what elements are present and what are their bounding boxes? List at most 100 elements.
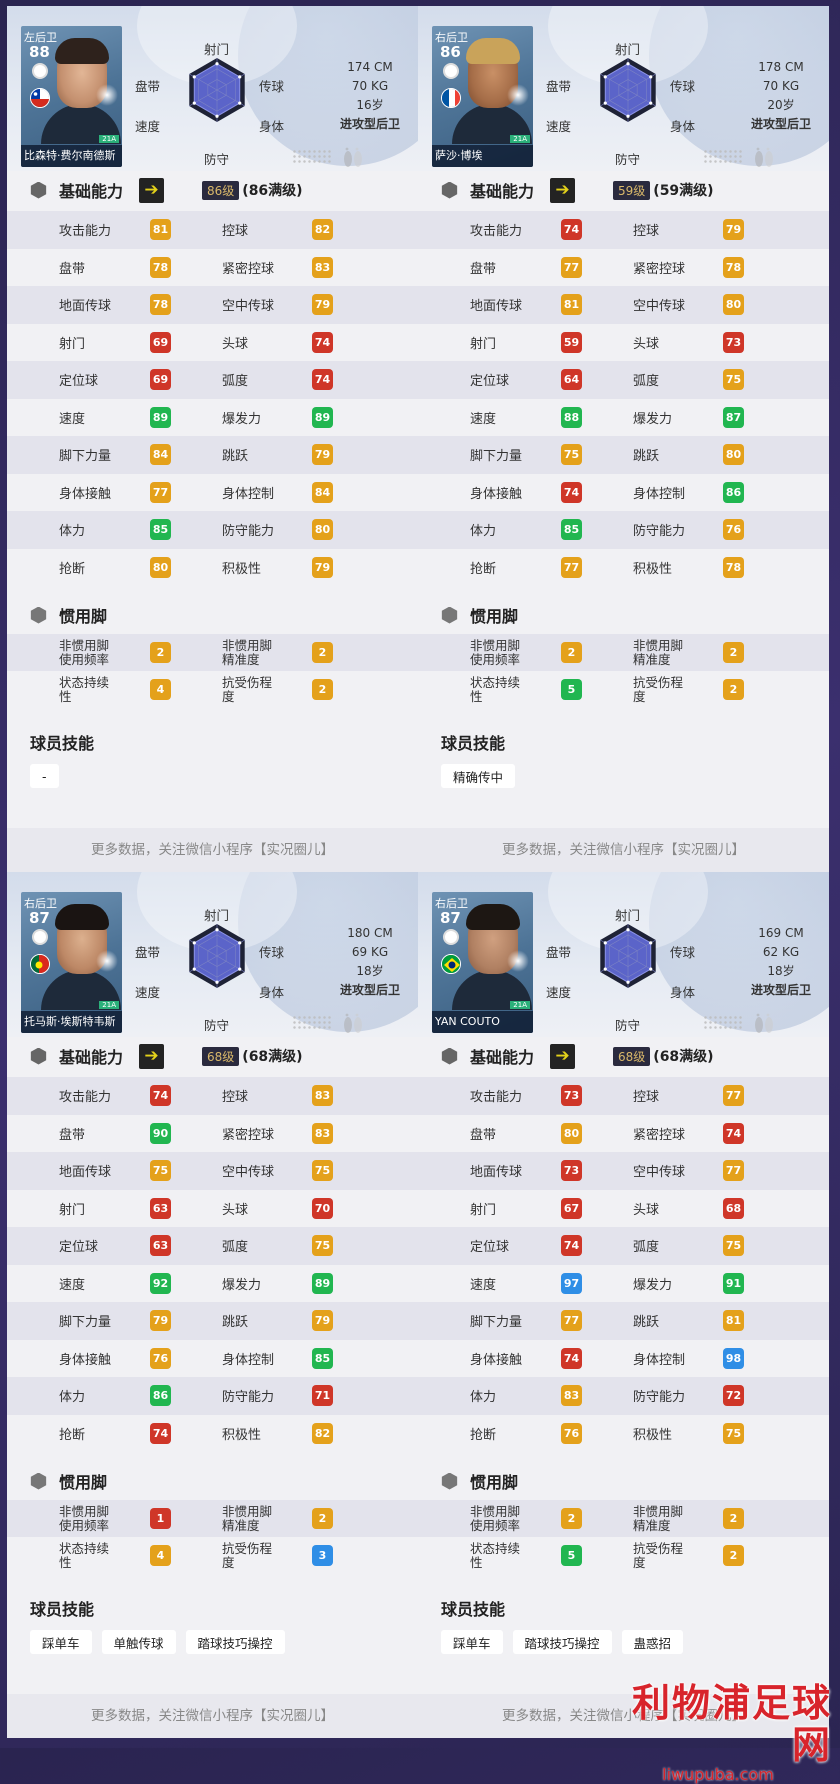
stat-name: 爆发力 (222, 411, 262, 427)
foot-cell: 非惯用脚 精准度 2 (603, 1500, 788, 1537)
level-pill: 68级 (613, 1046, 651, 1066)
skill-chip[interactable]: 踏球技巧操控 (185, 1630, 285, 1654)
skill-chip[interactable]: 踏球技巧操控 (512, 1630, 612, 1654)
stat-name: 抢断 (470, 1427, 497, 1443)
stat-row: 盘带 80 紧密控球 74 (418, 1115, 829, 1153)
stat-cell: 爆发力 87 (603, 399, 788, 437)
stat-row: 地面传球 78 空中传球 79 (7, 286, 418, 324)
player-card-image[interactable]: 右后卫 87 21A YAN COUTO (432, 892, 533, 1033)
radar-label-shoot: 射门 (204, 908, 230, 923)
foot-stat-name: 非惯用脚 精准度 (633, 1503, 684, 1533)
level-display: 68级 (68满级) (202, 1046, 303, 1066)
watermark-url: liwupuba.com (662, 1765, 774, 1784)
stat-cell: 地面传球 78 (7, 286, 192, 324)
foot-row: 非惯用脚 使用频率 2 非惯用脚 精准度 2 (7, 634, 418, 671)
foot-stat-name: 非惯用脚 精准度 (633, 637, 684, 667)
stat-name: 防守能力 (222, 524, 275, 540)
stat-name: 体力 (59, 1390, 86, 1406)
stat-value: 81 (723, 1310, 744, 1332)
stat-cell: 脚下力量 75 (418, 436, 603, 474)
stat-name: 积极性 (633, 1427, 673, 1443)
section-title: 惯用脚 (470, 607, 519, 626)
stat-cell: 速度 97 (418, 1265, 603, 1303)
radar-label-defense: 防守 (615, 1018, 641, 1033)
stat-table: 攻击能力 73 控球 77 盘带 80 紧密控球 74 地面传球 73 空中传球 77 射门 67 头球 68… (418, 1077, 829, 1452)
stat-name: 身体控制 (633, 1352, 686, 1368)
stat-cell: 攻击能力 73 (418, 1077, 603, 1115)
foot-cell: 非惯用脚 使用频率 2 (418, 1500, 603, 1537)
stat-name: 身体控制 (222, 486, 275, 502)
stat-value: 81 (561, 294, 582, 316)
stat-row: 脚下力量 77 跳跃 81 (418, 1302, 829, 1340)
level-up-arrow-button[interactable]: ➔ (139, 1043, 165, 1069)
player-weight: 62 KG (762, 945, 800, 959)
foot-stat-name: 非惯用脚 使用频率 (470, 637, 521, 667)
stat-table: 攻击能力 74 控球 79 盘带 77 紧密控球 78 地面传球 81 空中传球 80 射门 59 头球 73… (418, 211, 829, 586)
player-card-image[interactable]: 右后卫 87 21A 托马斯·埃斯特韦斯 (21, 892, 122, 1033)
skill-chip[interactable]: 踩单车 (30, 1630, 92, 1654)
stat-value: 81 (150, 219, 171, 241)
skill-list: - (7, 764, 418, 788)
stat-cell: 头球 68 (603, 1190, 788, 1228)
stat-row: 体力 86 防守能力 71 (7, 1377, 418, 1415)
skill-chip[interactable]: 精确传中 (441, 764, 516, 788)
radar-label-shoot: 射门 (204, 42, 230, 57)
skill-chip[interactable]: 蛊惑招 (621, 1630, 684, 1654)
level-up-arrow-button[interactable]: ➔ (139, 177, 165, 203)
stat-name: 跳跃 (633, 449, 660, 465)
player-height: 180 CM (347, 926, 393, 940)
player-card-image[interactable]: 左后卫 88 21A 比森特·费尔南德斯 (21, 26, 122, 167)
base-ability-title: 基础能力 ➔ 68级 (68满级) (7, 1037, 418, 1075)
foot-stat-value: 2 (312, 1508, 333, 1529)
stat-row: 定位球 69 弧度 74 (7, 361, 418, 399)
stat-name: 紧密控球 (633, 261, 686, 277)
stat-cell: 盘带 80 (418, 1115, 603, 1153)
stat-cell: 爆发力 91 (603, 1265, 788, 1303)
stat-name: 空中传球 (633, 299, 686, 315)
foot-stat-name: 非惯用脚 使用频率 (470, 1503, 521, 1533)
skill-list: 踩单车 单触传球 踏球技巧操控 (7, 1630, 418, 1654)
stat-cell: 盘带 90 (7, 1115, 192, 1153)
stat-cell: 抢断 77 (418, 549, 603, 587)
club-badge-icon (443, 63, 459, 79)
stat-row: 体力 85 防守能力 76 (418, 511, 829, 549)
skills-title: 球员技能 (30, 1600, 95, 1619)
level-up-arrow-button[interactable]: ➔ (550, 1043, 576, 1069)
dot-pattern (292, 149, 332, 165)
stat-cell: 速度 89 (7, 399, 192, 437)
stat-name: 速度 (59, 1277, 86, 1293)
player-name: 托马斯·埃斯特韦斯 (21, 1011, 122, 1033)
stat-cell: 射门 67 (418, 1190, 603, 1228)
stat-name: 体力 (59, 524, 86, 540)
stat-value: 70 (312, 1197, 333, 1219)
club-badge-icon (32, 63, 48, 79)
skill-chip[interactable]: 单触传球 (101, 1630, 176, 1654)
stat-name: 弧度 (633, 1240, 660, 1256)
player-overall: 86 (440, 43, 461, 61)
stat-cell: 空中传球 77 (603, 1152, 788, 1190)
stat-cell: 跳跃 81 (603, 1302, 788, 1340)
player-card-image[interactable]: 右后卫 86 21A 萨沙·博埃 (432, 26, 533, 167)
card-glare (96, 84, 118, 106)
stat-value: 97 (561, 1272, 582, 1294)
skill-chip[interactable]: - (30, 764, 59, 788)
player-overall: 88 (29, 43, 50, 61)
stat-row: 攻击能力 74 控球 83 (7, 1077, 418, 1115)
level-max: (68满级) (242, 1049, 303, 1065)
stat-name: 积极性 (222, 1427, 262, 1443)
shield-icon (30, 606, 47, 624)
stat-row: 盘带 77 紧密控球 78 (418, 249, 829, 287)
foot-row: 非惯用脚 使用频率 2 非惯用脚 精准度 2 (418, 634, 829, 671)
section-title: 惯用脚 (470, 1473, 519, 1492)
level-up-arrow-button[interactable]: ➔ (550, 177, 576, 203)
stat-value: 78 (150, 256, 171, 278)
stat-cell: 体力 85 (418, 511, 603, 549)
skill-chip[interactable]: 踩单车 (441, 1630, 503, 1654)
stat-row: 身体接触 76 身体控制 85 (7, 1340, 418, 1378)
foot-stat-name: 状态持续 性 (59, 674, 110, 704)
stat-name: 攻击能力 (470, 224, 523, 240)
stat-name: 弧度 (222, 374, 249, 390)
stat-row: 身体接触 77 身体控制 84 (7, 474, 418, 512)
stat-name: 头球 (222, 1202, 249, 1218)
stat-cell: 紧密控球 78 (603, 249, 788, 287)
